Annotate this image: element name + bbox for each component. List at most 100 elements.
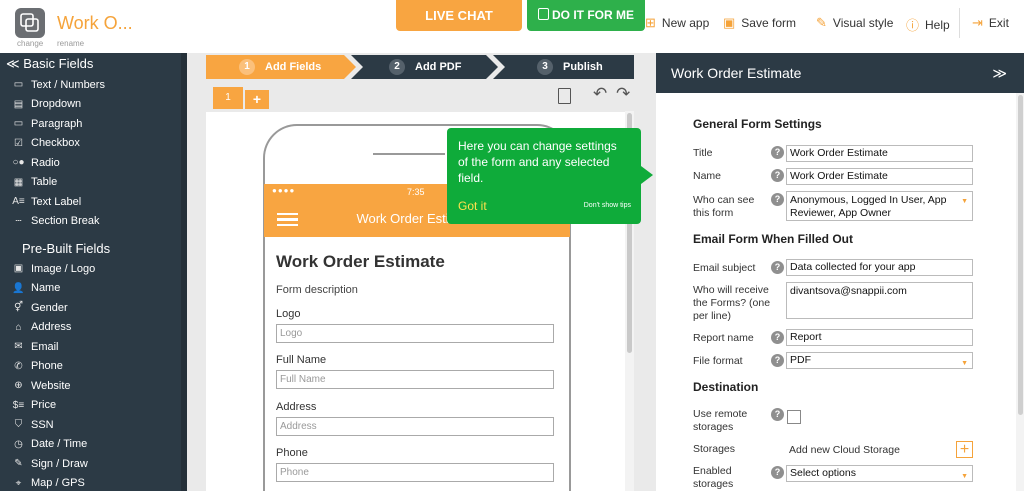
help-icon[interactable]: ? [771,169,784,182]
field-address[interactable]: ⌂ Address [0,318,187,338]
field-paragraph[interactable]: ▭ Paragraph [0,114,187,134]
rename-link[interactable]: rename [57,39,84,48]
field-image-logo[interactable]: ▣ Image / Logo [0,259,187,279]
step-add-fields[interactable]: 1 Add Fields [239,55,321,79]
field-sign-draw[interactable]: ✎ Sign / Draw [0,454,187,474]
field-gender[interactable]: ⚥ Gender [0,298,187,318]
enabled-storages-value: Select options [790,467,856,479]
clock-icon: ◷ [14,438,23,450]
undo-icon[interactable]: ↶ [593,84,607,104]
receivers-textarea[interactable]: divantsova@snappii.com [786,282,973,319]
field-radio[interactable]: ○● Radio [0,153,187,173]
add-page-button[interactable]: + [245,90,269,109]
app-logo-icon [20,13,39,32]
dropdown-caret-icon: ▼ [961,473,968,480]
collapse-icon: ≪ [6,56,24,71]
shield-icon: ⛉ [14,419,23,431]
field-label: Email [31,340,59,353]
field-label: Name [31,282,61,295]
form-heading[interactable]: Work Order Estimate [276,252,445,272]
general-settings-title: General Form Settings [693,117,822,131]
field-logo-input[interactable]: Logo [276,324,554,343]
help-icon[interactable]: ? [771,466,784,479]
settings-scrollbar-thumb[interactable] [1018,95,1023,415]
visual-style-button[interactable]: ✎ Visual style [816,15,893,31]
radio-icon: ○● [12,157,25,169]
got-it-link[interactable]: Got it [458,199,487,213]
do-it-for-me-button[interactable]: DO IT FOR ME [527,0,645,31]
field-text-numbers[interactable]: ▭ Text / Numbers [0,75,187,95]
field-table[interactable]: ▦ Table [0,173,187,193]
storages-label: Storages [693,443,736,455]
settings-header: Work Order Estimate ≫ [656,53,1024,93]
help-icon[interactable]: ? [771,408,784,421]
enabled-storages-label: Enabled storages [693,465,734,490]
phone-speaker [373,153,445,155]
who-can-see-select[interactable]: Anonymous, Logged In User, App Reviewer,… [786,191,973,221]
field-fullname-input[interactable]: Full Name [276,370,554,389]
image-icon: ▣ [13,263,24,275]
field-map-gps[interactable]: ⌖ Map / GPS [0,474,187,491]
field-label: Text / Numbers [31,78,105,91]
collapse-panel-icon[interactable]: ≫ [992,53,1007,93]
field-dropdown[interactable]: ▤ Dropdown [0,95,187,115]
page-tab-1[interactable]: 1 [213,87,243,109]
help-icon[interactable]: ? [771,331,784,344]
field-name[interactable]: 👤 Name [0,279,187,299]
hamburger-menu-icon[interactable] [277,213,298,226]
help-icon[interactable]: ? [771,261,784,274]
field-date-time[interactable]: ◷ Date / Time [0,435,187,455]
enabled-storages-select[interactable]: Select options ▼ [786,465,973,482]
field-ssn[interactable]: ⛉ SSN [0,415,187,435]
use-remote-label: Use remote storages [693,408,748,433]
document-icon[interactable] [558,88,571,104]
textbox-icon: ▭ [13,79,24,91]
save-form-button[interactable]: ▣ Save form [723,15,796,31]
field-phone[interactable]: ✆ Phone [0,357,187,377]
use-remote-checkbox[interactable] [787,410,801,424]
app-title[interactable]: Work O... [57,13,133,34]
help-button[interactable]: ⓘ Help [906,15,950,34]
dont-show-tips-link[interactable]: Don't show tips [584,202,631,209]
name-input[interactable]: Work Order Estimate [786,168,973,185]
step-number: 3 [537,59,553,75]
field-checkbox[interactable]: ☑ Checkbox [0,134,187,154]
step-add-pdf[interactable]: 2 Add PDF [389,55,461,79]
who-can-see-value: Anonymous, Logged In User, App Reviewer,… [790,194,947,219]
file-format-select[interactable]: PDF ▼ [786,352,973,369]
field-phone-input[interactable]: Phone [276,463,554,482]
redo-icon[interactable]: ↷ [616,84,630,104]
exit-button[interactable]: ⇥ Exit [972,15,1009,31]
receivers-label: Who will receive the Forms? (one per lin… [693,284,771,322]
field-label: Phone [31,360,63,373]
field-price[interactable]: $≡ Price [0,396,187,416]
field-text-label[interactable]: A≡ Text Label [0,192,187,212]
report-name-input[interactable]: Report [786,329,973,346]
checkbox-icon: ☑ [14,137,23,149]
field-label: Image / Logo [31,262,96,275]
step-number: 1 [239,59,255,75]
save-form-label: Save form [741,16,796,30]
help-icon[interactable]: ? [771,193,784,206]
price-icon: $≡ [12,399,25,411]
field-website[interactable]: ⊕ Website [0,376,187,396]
app-icon[interactable] [15,8,45,38]
basic-fields-header[interactable]: ≪ Basic Fields [0,53,187,75]
add-storage-button[interactable]: + [956,441,973,458]
new-app-button[interactable]: ⊞ New app [645,15,709,31]
map-pin-icon: ⌖ [15,477,22,489]
field-email[interactable]: ✉ Email [0,337,187,357]
phone-icon: ✆ [14,360,23,372]
exit-icon: ⇥ [972,15,983,30]
step-publish[interactable]: 3 Publish [537,55,603,79]
title-input[interactable]: Work Order Estimate [786,145,973,162]
help-icon[interactable]: ? [771,354,784,367]
form-description[interactable]: Form description [276,284,358,296]
field-address-input[interactable]: Address [276,417,554,436]
field-section-break[interactable]: ┄ Section Break [0,212,187,232]
report-name-label: Report name [693,332,754,344]
change-link[interactable]: change [17,39,43,48]
help-icon[interactable]: ? [771,146,784,159]
email-subject-input[interactable]: Data collected for your app [786,259,973,276]
live-chat-button[interactable]: LIVE CHAT [396,0,522,31]
